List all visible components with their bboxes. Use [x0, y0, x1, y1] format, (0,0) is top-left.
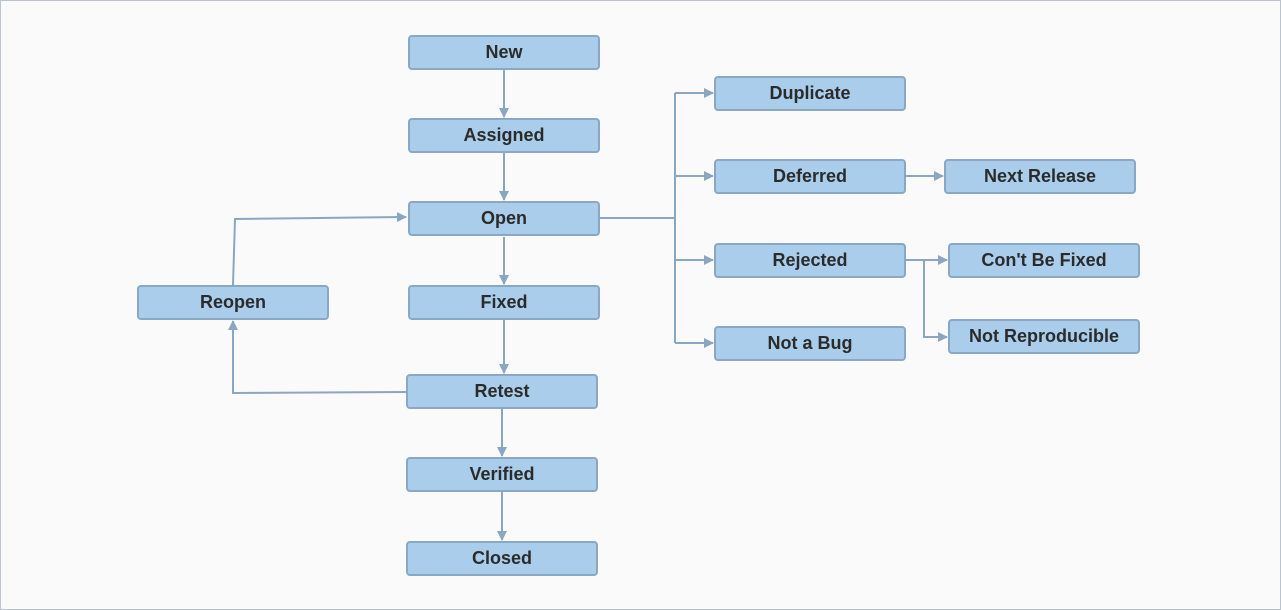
edge-rejected-not-reproducible	[923, 260, 948, 342]
node-cant-be-fixed: Con't Be Fixed	[948, 243, 1140, 278]
node-closed: Closed	[406, 541, 598, 576]
node-assigned: Assigned	[408, 118, 600, 153]
edge-retest-reopen	[228, 320, 407, 395]
node-duplicate: Duplicate	[714, 76, 906, 111]
node-rejected: Rejected	[714, 243, 906, 278]
node-retest: Retest	[406, 374, 598, 409]
node-deferred: Deferred	[714, 159, 906, 194]
edge-reopen-open	[232, 212, 407, 286]
node-fixed: Fixed	[408, 285, 600, 320]
node-new: New	[408, 35, 600, 70]
node-next-release: Next Release	[944, 159, 1136, 194]
edge-open-branch	[600, 93, 676, 343]
node-verified: Verified	[406, 457, 598, 492]
node-not-a-bug: Not a Bug	[714, 326, 906, 361]
node-not-reproducible: Not Reproducible	[948, 319, 1140, 354]
node-reopen: Reopen	[137, 285, 329, 320]
node-open: Open	[408, 201, 600, 236]
